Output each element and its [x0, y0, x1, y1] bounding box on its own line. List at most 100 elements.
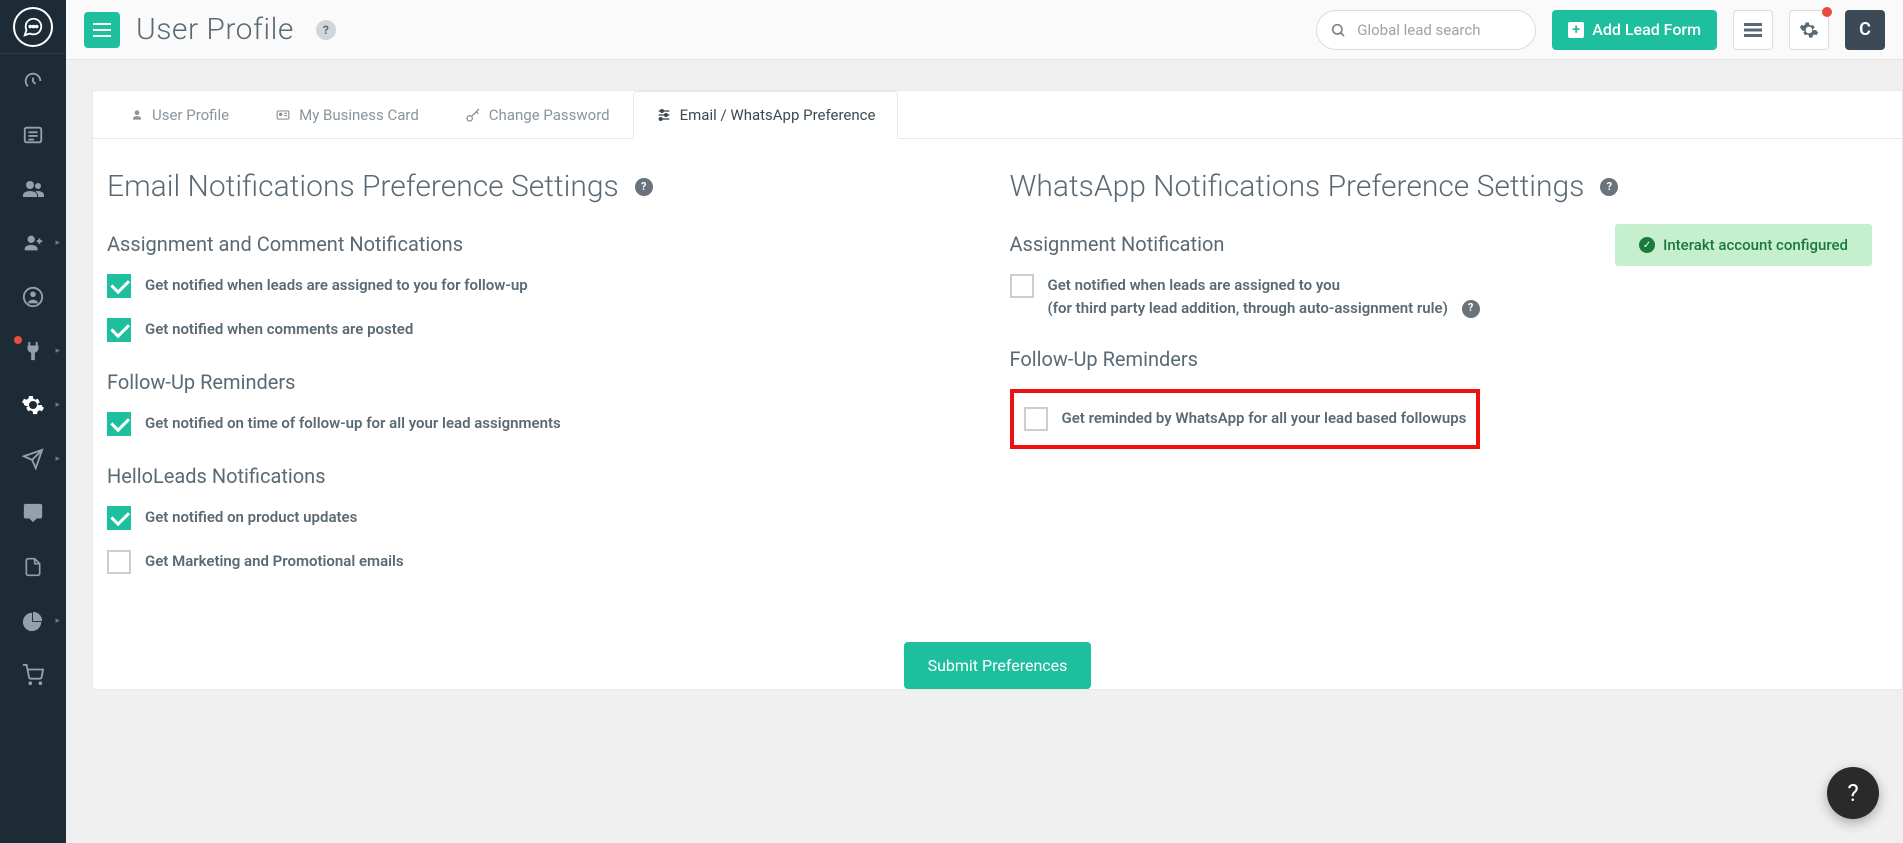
add-lead-form-button[interactable]: + Add Lead Form — [1552, 10, 1717, 50]
checkbox-assigned-leads[interactable] — [107, 274, 131, 298]
user-avatar-button[interactable]: C — [1845, 10, 1885, 50]
hamburger-icon — [93, 29, 111, 31]
sidebar-item-documents[interactable] — [0, 540, 66, 594]
tab-user-profile[interactable]: User Profile — [107, 91, 252, 139]
checkbox-comments-posted[interactable] — [107, 318, 131, 342]
key-icon — [465, 107, 481, 123]
page-title-help[interactable]: ? — [316, 20, 336, 40]
user-circle-icon — [22, 286, 44, 308]
help-icon[interactable]: ? — [1462, 300, 1480, 318]
checkbox-label: Get Marketing and Promotional emails — [145, 550, 404, 573]
submit-row: Submit Preferences — [93, 632, 1902, 689]
cart-icon — [22, 664, 44, 686]
highlighted-option: Get reminded by WhatsApp for all your le… — [1010, 389, 1481, 449]
plug-icon — [22, 340, 44, 362]
gear-icon — [21, 393, 45, 417]
checkbox-label: Get notified on product updates — [145, 506, 357, 529]
page-title: User Profile — [136, 12, 294, 47]
list-icon — [22, 124, 44, 146]
subsection-title: HelloLeads Notifications — [107, 464, 970, 488]
checkbox-row: Get notified when leads are assigned to … — [1010, 274, 1873, 319]
sidebar-item-dashboard[interactable] — [0, 54, 66, 108]
subsection-title: Follow-Up Reminders — [107, 370, 970, 394]
check-circle-icon: ✓ — [1639, 237, 1655, 253]
user-plus-icon — [22, 232, 44, 254]
checkbox-row: Get notified when leads are assigned to … — [107, 274, 970, 298]
caret-icon: ▸ — [55, 238, 60, 248]
settings-gear-button[interactable] — [1789, 10, 1829, 50]
checkbox-followup-time[interactable] — [107, 412, 131, 436]
subsection-helloleads: HelloLeads Notifications Get notified on… — [107, 464, 970, 574]
help-icon[interactable]: ? — [635, 178, 653, 196]
sidebar-item-integrations[interactable]: ▸ — [0, 324, 66, 378]
checkbox-marketing-emails[interactable] — [107, 550, 131, 574]
menu-lines-icon — [1744, 22, 1762, 38]
subsection-wa-followup: Follow-Up Reminders Get reminded by What… — [1010, 347, 1873, 449]
sidebar-item-profile[interactable] — [0, 270, 66, 324]
checkbox-row: Get reminded by WhatsApp for all your le… — [1024, 407, 1467, 431]
checkbox-row: Get notified on product updates — [107, 506, 970, 530]
subsection-assignment-comment: Assignment and Comment Notifications Get… — [107, 232, 970, 342]
logo-container — [0, 0, 66, 54]
settings-body: Email Notifications Preference Settings … — [93, 139, 1902, 632]
checkbox-label: Get notified on time of follow-up for al… — [145, 412, 561, 435]
checkbox-wa-assigned[interactable] — [1010, 274, 1034, 298]
sidebar-item-campaigns[interactable]: ▸ — [0, 432, 66, 486]
send-icon — [22, 448, 44, 470]
app-logo[interactable] — [13, 7, 53, 47]
tab-label: My Business Card — [299, 106, 419, 124]
whatsapp-column: WhatsApp Notifications Preference Settin… — [1010, 169, 1873, 602]
notification-dot — [14, 336, 22, 344]
sidebar-item-reports[interactable]: ▸ — [0, 594, 66, 648]
tab-label: Change Password — [489, 106, 610, 124]
user-icon — [130, 108, 144, 122]
tab-business-card[interactable]: My Business Card — [252, 91, 442, 139]
main-area: User Profile ? + Add Lead Form C — [66, 0, 1903, 843]
plus-icon: + — [1568, 22, 1584, 38]
notification-dot — [1822, 7, 1832, 17]
pie-chart-icon — [22, 610, 44, 632]
caret-icon: ▸ — [55, 400, 60, 410]
help-icon[interactable]: ? — [1600, 178, 1618, 196]
subsection-wa-assignment: ✓ Interakt account configured Assignment… — [1010, 232, 1873, 319]
checkbox-wa-followup-reminder[interactable] — [1024, 407, 1048, 431]
sidebar-item-lists[interactable] — [0, 108, 66, 162]
floating-help-button[interactable]: ? — [1827, 767, 1879, 819]
question-mark-icon: ? — [1847, 779, 1858, 807]
global-search-input[interactable] — [1316, 10, 1536, 50]
add-lead-label: Add Lead Form — [1592, 20, 1701, 39]
profile-tabs: User Profile My Business Card Change Pas… — [93, 91, 1902, 139]
sidebar-item-add-user[interactable]: ▸ — [0, 216, 66, 270]
subsection-title: Follow-Up Reminders — [1010, 347, 1873, 371]
caret-icon: ▸ — [55, 346, 60, 356]
checkbox-label: Get notified when comments are posted — [145, 318, 413, 341]
email-column: Email Notifications Preference Settings … — [107, 169, 970, 602]
sidebar-item-shop[interactable] — [0, 648, 66, 702]
people-icon — [21, 177, 45, 201]
header-bar: User Profile ? + Add Lead Form C — [66, 0, 1903, 60]
caret-icon: ▸ — [55, 454, 60, 464]
sidebar-item-settings[interactable]: ▸ — [0, 378, 66, 432]
submit-preferences-button[interactable]: Submit Preferences — [904, 642, 1092, 689]
checkbox-row: Get notified on time of follow-up for al… — [107, 412, 970, 436]
profile-panel: User Profile My Business Card Change Pas… — [92, 90, 1903, 690]
menu-toggle-button[interactable] — [84, 12, 120, 48]
subsection-followup: Follow-Up Reminders Get notified on time… — [107, 370, 970, 436]
content-area: User Profile My Business Card Change Pas… — [66, 60, 1903, 843]
sidebar-item-chat[interactable] — [0, 486, 66, 540]
menu-grid-button[interactable] — [1733, 10, 1773, 50]
checkbox-row: Get notified when comments are posted — [107, 318, 970, 342]
tab-change-password[interactable]: Change Password — [442, 91, 633, 139]
avatar-letter: C — [1859, 19, 1871, 40]
search-icon — [1330, 22, 1346, 38]
status-text: Interakt account configured — [1663, 236, 1848, 254]
gauge-icon — [22, 70, 44, 92]
sidebar: ▸ ▸ ▸ ▸ ▸ — [0, 0, 66, 843]
tab-email-whatsapp[interactable]: Email / WhatsApp Preference — [633, 91, 899, 139]
status-badge: ✓ Interakt account configured — [1615, 224, 1872, 266]
tab-label: User Profile — [152, 106, 229, 124]
checkbox-sublabel: (for third party lead addition, through … — [1048, 297, 1480, 320]
sidebar-item-people[interactable] — [0, 162, 66, 216]
subsection-title: Assignment and Comment Notifications — [107, 232, 970, 256]
checkbox-product-updates[interactable] — [107, 506, 131, 530]
